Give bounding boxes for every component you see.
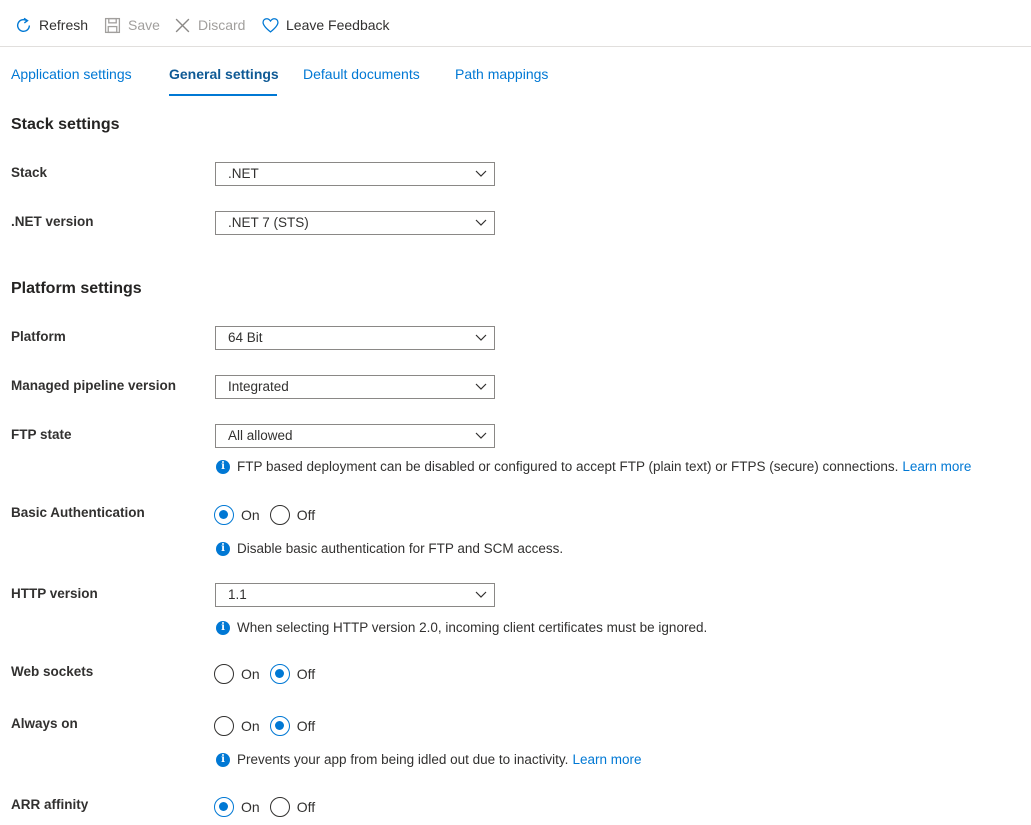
platform-value: 64 Bit xyxy=(228,330,263,345)
ftp-state-label: FTP state xyxy=(11,427,72,442)
arr-affinity-on-label: On xyxy=(241,799,260,815)
chevron-down-icon xyxy=(475,170,487,177)
managed-pipeline-value: Integrated xyxy=(228,379,289,394)
ftp-info-text: FTP based deployment can be disabled or … xyxy=(237,459,899,474)
http-version-info-text: When selecting HTTP version 2.0, incomin… xyxy=(237,620,708,635)
web-sockets-label: Web sockets xyxy=(11,664,94,679)
stack-label: Stack xyxy=(11,165,48,180)
radio-unchecked-icon xyxy=(214,664,234,684)
always-on-label: Always on xyxy=(11,716,78,731)
always-on-learn-more-link[interactable]: Learn more xyxy=(572,752,641,767)
tab-default-documents[interactable]: Default documents xyxy=(303,66,420,82)
save-label: Save xyxy=(128,17,160,33)
radio-unchecked-icon xyxy=(214,716,234,736)
basic-auth-on-label: On xyxy=(241,507,260,523)
ftp-state-dropdown[interactable]: All allowed xyxy=(215,424,495,448)
radio-unchecked-icon xyxy=(269,505,290,525)
radio-checked-icon xyxy=(214,797,234,817)
refresh-label: Refresh xyxy=(39,17,89,33)
http-version-dropdown[interactable]: 1.1 xyxy=(215,583,495,607)
stack-settings-heading: Stack settings xyxy=(11,116,120,133)
close-icon xyxy=(175,18,190,32)
tab-general-settings[interactable]: General settings xyxy=(169,66,279,82)
tab-path-mappings[interactable]: Path mappings xyxy=(455,66,548,82)
net-version-label: .NET version xyxy=(11,214,94,229)
arr-affinity-radio-group: On Off xyxy=(214,797,325,817)
basic-auth-off-radio[interactable]: Off xyxy=(269,505,316,525)
managed-pipeline-dropdown[interactable]: Integrated xyxy=(215,375,495,399)
web-sockets-on-label: On xyxy=(241,666,260,682)
arr-affinity-off-label: Off xyxy=(296,799,316,815)
always-on-on-label: On xyxy=(241,718,260,734)
refresh-button[interactable]: Refresh xyxy=(15,14,88,36)
basic-auth-radio-group: On Off xyxy=(214,505,325,525)
command-bar: Refresh Save Discard Leave Feedback xyxy=(0,0,1031,47)
arr-affinity-off-radio[interactable]: Off xyxy=(269,797,316,817)
http-version-value: 1.1 xyxy=(228,587,247,602)
ftp-learn-more-link[interactable]: Learn more xyxy=(902,459,971,474)
radio-checked-icon xyxy=(269,716,290,736)
basic-auth-on-radio[interactable]: On xyxy=(214,505,260,525)
arr-affinity-label: ARR affinity xyxy=(11,797,89,812)
tab-application-settings[interactable]: Application settings xyxy=(11,66,132,82)
info-icon: i xyxy=(216,752,230,767)
platform-dropdown[interactable]: 64 Bit xyxy=(215,326,495,350)
leave-feedback-label: Leave Feedback xyxy=(286,17,390,33)
chevron-down-icon xyxy=(475,383,487,390)
save-icon xyxy=(104,17,121,33)
platform-settings-heading: Platform settings xyxy=(11,280,142,297)
arr-affinity-on-radio[interactable]: On xyxy=(214,797,260,817)
web-sockets-on-radio[interactable]: On xyxy=(214,664,260,684)
active-tab-indicator xyxy=(169,94,277,96)
chevron-down-icon xyxy=(475,432,487,439)
info-icon: i xyxy=(216,459,230,474)
http-version-label: HTTP version xyxy=(11,586,98,601)
web-sockets-radio-group: On Off xyxy=(214,664,325,684)
discard-label: Discard xyxy=(198,17,246,33)
managed-pipeline-label: Managed pipeline version xyxy=(11,378,177,393)
refresh-icon xyxy=(17,17,31,32)
basic-auth-info-text: Disable basic authentication for FTP and… xyxy=(237,541,564,556)
net-version-value: .NET 7 (STS) xyxy=(228,215,309,230)
ftp-state-value: All allowed xyxy=(228,428,293,443)
always-on-info: i Prevents your app from being idled out… xyxy=(216,752,641,767)
web-sockets-off-radio[interactable]: Off xyxy=(269,664,316,684)
basic-auth-off-label: Off xyxy=(296,507,316,523)
discard-button[interactable]: Discard xyxy=(174,14,245,36)
radio-unchecked-icon xyxy=(269,797,290,817)
stack-value: .NET xyxy=(228,166,259,181)
radio-checked-icon xyxy=(269,664,290,684)
info-icon: i xyxy=(216,541,230,556)
basic-auth-label: Basic Authentication xyxy=(11,505,145,520)
heart-icon xyxy=(262,17,279,33)
chevron-down-icon xyxy=(475,219,487,226)
radio-checked-icon xyxy=(214,505,234,525)
web-sockets-off-label: Off xyxy=(296,666,316,682)
always-on-off-label: Off xyxy=(296,718,316,734)
save-button[interactable]: Save xyxy=(104,14,160,36)
http-version-info: i When selecting HTTP version 2.0, incom… xyxy=(216,620,707,635)
ftp-info: i FTP based deployment can be disabled o… xyxy=(216,459,971,474)
basic-auth-info: i Disable basic authentication for FTP a… xyxy=(216,541,563,556)
net-version-dropdown[interactable]: .NET 7 (STS) xyxy=(215,211,495,235)
always-on-on-radio[interactable]: On xyxy=(214,716,260,736)
always-on-off-radio[interactable]: Off xyxy=(269,716,316,736)
always-on-radio-group: On Off xyxy=(214,716,325,736)
platform-label: Platform xyxy=(11,329,66,344)
info-icon: i xyxy=(216,620,230,635)
always-on-info-text: Prevents your app from being idled out d… xyxy=(237,752,569,767)
chevron-down-icon xyxy=(475,591,487,598)
leave-feedback-button[interactable]: Leave Feedback xyxy=(262,14,390,36)
chevron-down-icon xyxy=(475,334,487,341)
stack-dropdown[interactable]: .NET xyxy=(215,162,495,186)
